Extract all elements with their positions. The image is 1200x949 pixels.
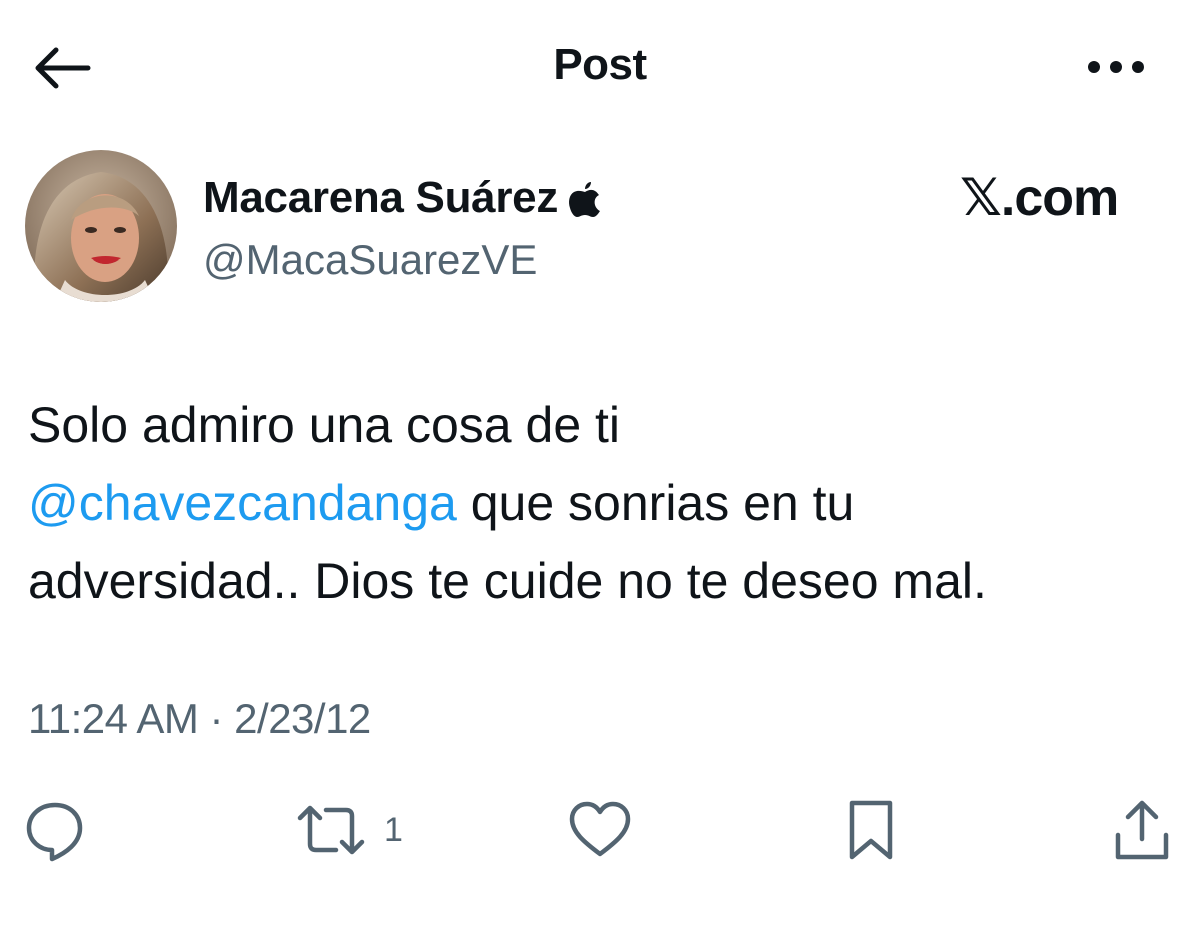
heart-icon [569,801,631,857]
tweet-line-2-rest: que sonrias en tu [456,475,855,531]
reply-button[interactable] [22,790,88,870]
retweet-button[interactable]: 1 [296,790,403,870]
author-name-row[interactable]: Macarena Suárez [203,168,602,228]
top-bar: Post [0,0,1200,135]
more-horizontal-icon [1088,61,1144,73]
tweet-line-1: Solo admiro una cosa de ti [28,397,621,453]
retweet-icon [297,805,365,855]
author-handle[interactable]: @MacaSuarezVE [203,236,537,284]
avatar-image [25,150,177,302]
retweet-count: 1 [384,810,403,849]
post-timestamp[interactable]: 11:24 AM · 2/23/12 [28,695,371,743]
apple-logo-icon [569,182,601,217]
bookmark-button[interactable] [846,790,896,870]
action-bar: 1 [0,790,1200,870]
bookmark-icon [849,800,893,860]
tweet-line-3: adversidad.. Dios te cuide no te deseo m… [28,553,987,609]
more-button[interactable] [1084,52,1148,82]
mention-link[interactable]: @chavezcandanga [28,475,457,531]
post-page: Post Macarena Suárez @MacaSuarezVE 𝕏.com… [0,0,1200,949]
share-icon [1115,800,1169,860]
reply-icon [26,802,83,862]
share-button[interactable] [1112,790,1172,870]
brand-watermark: 𝕏.com [960,169,1119,227]
page-title: Post [553,40,647,89]
like-button[interactable] [568,790,632,870]
avatar[interactable] [25,150,177,302]
author-name[interactable]: Macarena Suárez [203,173,558,223]
tweet-text: Solo admiro una cosa de ti @chavezcandan… [28,386,1178,620]
